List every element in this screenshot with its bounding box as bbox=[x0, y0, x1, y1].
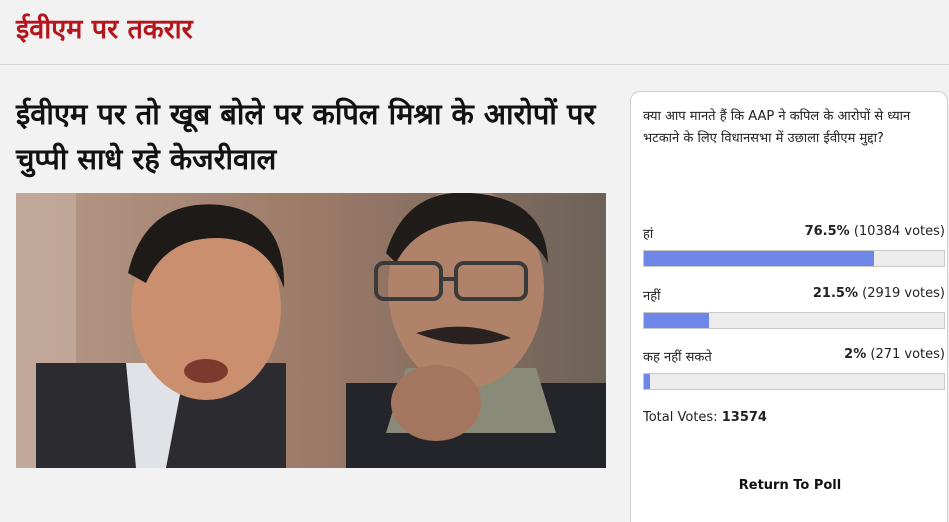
poll-total-value: 13574 bbox=[721, 410, 767, 425]
poll-option-yes: हां 76.5% (10384 votes) bbox=[643, 224, 945, 267]
poll-option-label: हां bbox=[643, 227, 654, 242]
poll-option-votes: (2919 votes) bbox=[862, 286, 945, 301]
article-hero-image[interactable] bbox=[16, 193, 606, 468]
poll-option-votes: (271 votes) bbox=[870, 347, 945, 362]
poll-result-bar bbox=[643, 373, 945, 390]
page: ईवीएम पर तकरार ईवीएम पर तो खूब बोले पर क… bbox=[0, 0, 949, 522]
poll-result-bar-fill bbox=[644, 251, 874, 266]
poll-option-label: कह नहीं सकते bbox=[643, 350, 712, 365]
poll-result-bar-fill bbox=[644, 374, 650, 389]
poll-option-label: नहीं bbox=[643, 289, 661, 304]
poll-result-bar-fill bbox=[644, 313, 709, 328]
poll-option-votes: (10384 votes) bbox=[853, 224, 945, 239]
poll-option-percent: 2% bbox=[844, 347, 867, 362]
poll-question: क्या आप मानते हैं कि AAP ने कपिल के आरोप… bbox=[643, 109, 911, 146]
section-title[interactable]: ईवीएम पर तकरार bbox=[16, 12, 193, 48]
hero-illustration bbox=[16, 193, 606, 468]
poll-widget: क्या आप मानते हैं कि AAP ने कपिल के आरोप… bbox=[630, 91, 948, 522]
article-headline[interactable]: ईवीएम पर तो खूब बोले पर कपिल मिश्रा के आ… bbox=[16, 92, 596, 182]
poll-option-no: नहीं 21.5% (2919 votes) bbox=[643, 286, 945, 329]
poll-option-percent: 76.5% bbox=[804, 224, 850, 239]
poll-result-bar bbox=[643, 312, 945, 329]
poll-option-cant-say: कह नहीं सकते 2% (271 votes) bbox=[643, 347, 945, 390]
poll-total-label: Total Votes: bbox=[643, 410, 718, 425]
poll-option-percent: 21.5% bbox=[812, 286, 858, 301]
poll-total-votes: Total Votes: 13574 bbox=[643, 410, 767, 425]
poll-result-bar bbox=[643, 250, 945, 267]
section-header: ईवीएम पर तकरार bbox=[0, 0, 949, 65]
return-to-poll-link[interactable]: Return To Poll bbox=[631, 478, 949, 493]
